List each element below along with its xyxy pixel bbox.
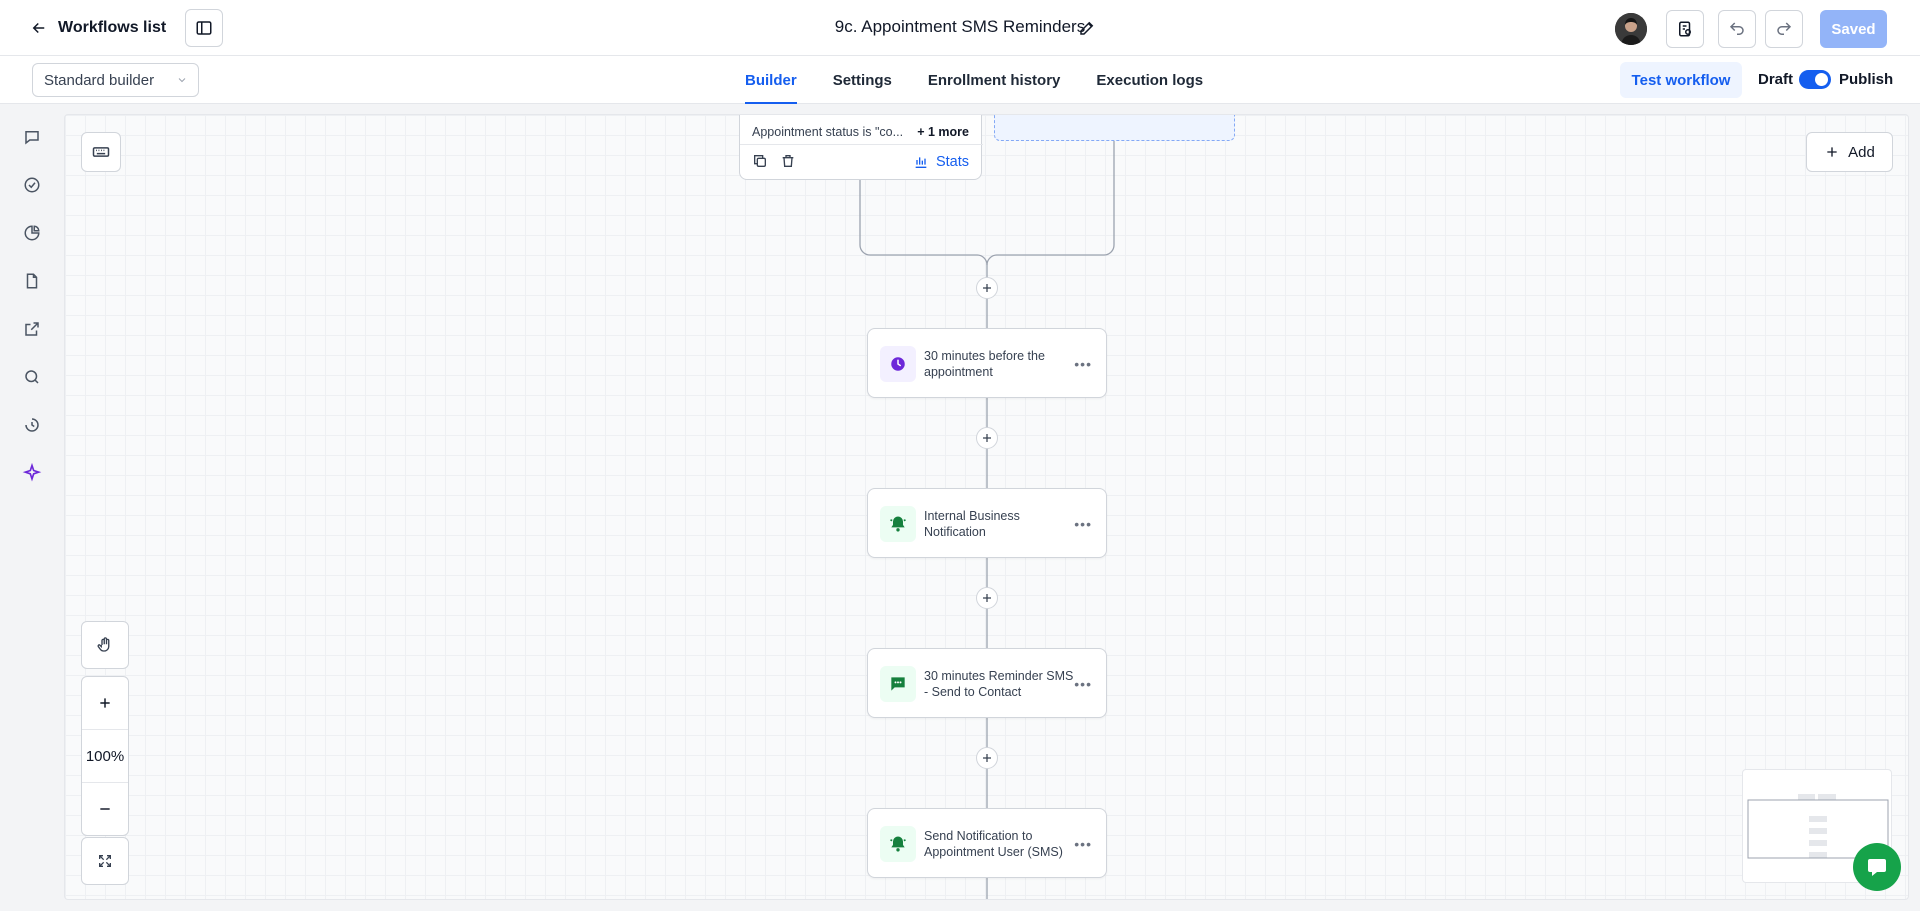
- undo-button[interactable]: [1718, 10, 1756, 48]
- checklist-button[interactable]: [1666, 10, 1704, 48]
- sidebar-toggle-button[interactable]: [185, 9, 223, 47]
- add-step-button[interactable]: [976, 587, 998, 609]
- plus-icon: [983, 284, 991, 292]
- avatar[interactable]: [1615, 13, 1647, 45]
- copy-icon[interactable]: [752, 153, 768, 169]
- publish-label: Publish: [1839, 71, 1894, 88]
- add-label: Add: [1848, 143, 1875, 161]
- keyboard-icon: [92, 147, 110, 157]
- workflow-canvas[interactable]: Appointment status is "co... + 1 more St…: [64, 114, 1909, 900]
- tab-enrollment-history[interactable]: Enrollment history: [928, 56, 1061, 104]
- step-label: 30 minutes Reminder SMS - Send to Contac…: [924, 669, 1074, 699]
- fit-view-button[interactable]: [81, 837, 129, 885]
- trigger-condition: Appointment status is "co...: [752, 125, 904, 139]
- add-step-button[interactable]: [976, 747, 998, 769]
- keyboard-shortcuts-button[interactable]: [81, 132, 121, 172]
- check-circle-icon[interactable]: [21, 174, 43, 196]
- plus-icon: [983, 434, 991, 442]
- publish-toggle[interactable]: [1799, 70, 1831, 89]
- workflow-step-sms[interactable]: 30 minutes Reminder SMS - Send to Contac…: [867, 648, 1107, 718]
- top-bar: Workflows list 9c. Appointment SMS Remin…: [0, 0, 1920, 56]
- workflow-step-internal-notification[interactable]: Internal Business Notification •••: [867, 488, 1107, 558]
- pie-chart-icon[interactable]: [21, 222, 43, 244]
- more-options-icon[interactable]: •••: [1074, 516, 1092, 532]
- plus-icon: [1827, 147, 1837, 157]
- undo-icon: [1729, 22, 1744, 35]
- back-link-label: Workflows list: [58, 19, 167, 36]
- add-step-button[interactable]: [976, 277, 998, 299]
- redo-icon: [1777, 22, 1792, 35]
- sms-icon: [880, 666, 916, 702]
- plus-icon: [100, 698, 110, 708]
- chat-icon[interactable]: [21, 126, 43, 148]
- chat-bubble-icon: [1868, 859, 1886, 876]
- sparkles-icon[interactable]: [21, 462, 43, 484]
- bell-icon: [880, 826, 916, 862]
- clock-icon: [880, 346, 916, 382]
- bar-chart-icon: [915, 157, 927, 168]
- minus-icon: [100, 808, 110, 810]
- bell-icon: [880, 506, 916, 542]
- add-step-button[interactable]: [976, 427, 998, 449]
- step-label: Internal Business Notification: [924, 509, 1020, 539]
- zoom-controls: 100%: [81, 676, 129, 836]
- workflow-tabs: Builder Settings Enrollment history Exec…: [745, 56, 1239, 104]
- workflow-title[interactable]: 9c. Appointment SMS Reminders: [835, 17, 1085, 36]
- trigger-card[interactable]: Appointment status is "co... + 1 more St…: [739, 115, 983, 180]
- pencil-icon[interactable]: [1078, 19, 1096, 37]
- sidebar-icon: [196, 21, 212, 35]
- search-icon[interactable]: [21, 366, 43, 388]
- zoom-in-button[interactable]: [82, 677, 128, 729]
- plus-icon: [983, 754, 991, 762]
- stats-button[interactable]: Stats: [913, 154, 969, 170]
- file-icon[interactable]: [21, 270, 43, 292]
- step-label: Send Notification to Appointment User (S…: [924, 829, 1063, 859]
- workflow-step-user-notification[interactable]: Send Notification to Appointment User (S…: [867, 808, 1107, 878]
- add-button[interactable]: Add: [1806, 132, 1893, 172]
- history-icon[interactable]: [21, 414, 43, 436]
- step-label: 30 minutes before the appointment: [924, 349, 1045, 379]
- more-options-icon[interactable]: •••: [1074, 676, 1092, 692]
- left-rail: [0, 104, 64, 911]
- trigger-divider: [740, 144, 983, 145]
- stats-label: Stats: [935, 154, 969, 170]
- redo-button[interactable]: [1765, 10, 1803, 48]
- saved-button[interactable]: Saved: [1820, 10, 1887, 48]
- builder-select-value: Standard builder: [44, 71, 155, 89]
- tab-builder[interactable]: Builder: [745, 56, 797, 104]
- trigger-more-filters[interactable]: + 1 more: [917, 125, 969, 139]
- plus-icon: [983, 594, 991, 602]
- trash-icon[interactable]: [780, 153, 796, 169]
- zoom-out-button[interactable]: [82, 783, 128, 835]
- workflow-step-wait[interactable]: 30 minutes before the appointment •••: [867, 328, 1107, 398]
- pan-mode-button[interactable]: [81, 621, 129, 669]
- zoom-level[interactable]: 100%: [82, 730, 128, 782]
- more-options-icon[interactable]: •••: [1074, 356, 1092, 372]
- expand-icon: [99, 855, 111, 867]
- draft-label: Draft: [1758, 71, 1794, 88]
- tab-execution-logs[interactable]: Execution logs: [1096, 56, 1203, 104]
- clipboard-check-icon: [1679, 21, 1691, 37]
- toggle-knob: [1815, 73, 1828, 86]
- back-to-workflows-link[interactable]: Workflows list: [30, 14, 166, 42]
- hand-icon: [97, 637, 110, 652]
- more-options-icon[interactable]: •••: [1074, 836, 1092, 852]
- test-workflow-button[interactable]: Test workflow: [1620, 62, 1742, 98]
- chevron-down-icon: [178, 78, 186, 83]
- tab-settings[interactable]: Settings: [833, 56, 892, 104]
- arrow-left-icon: [32, 22, 45, 34]
- add-trigger-placeholder[interactable]: [994, 115, 1235, 141]
- builder-type-select[interactable]: Standard builder: [32, 63, 199, 97]
- external-link-icon[interactable]: [21, 318, 43, 340]
- support-chat-button[interactable]: [1853, 843, 1901, 891]
- sub-bar: Standard builder Builder Settings Enroll…: [0, 56, 1920, 104]
